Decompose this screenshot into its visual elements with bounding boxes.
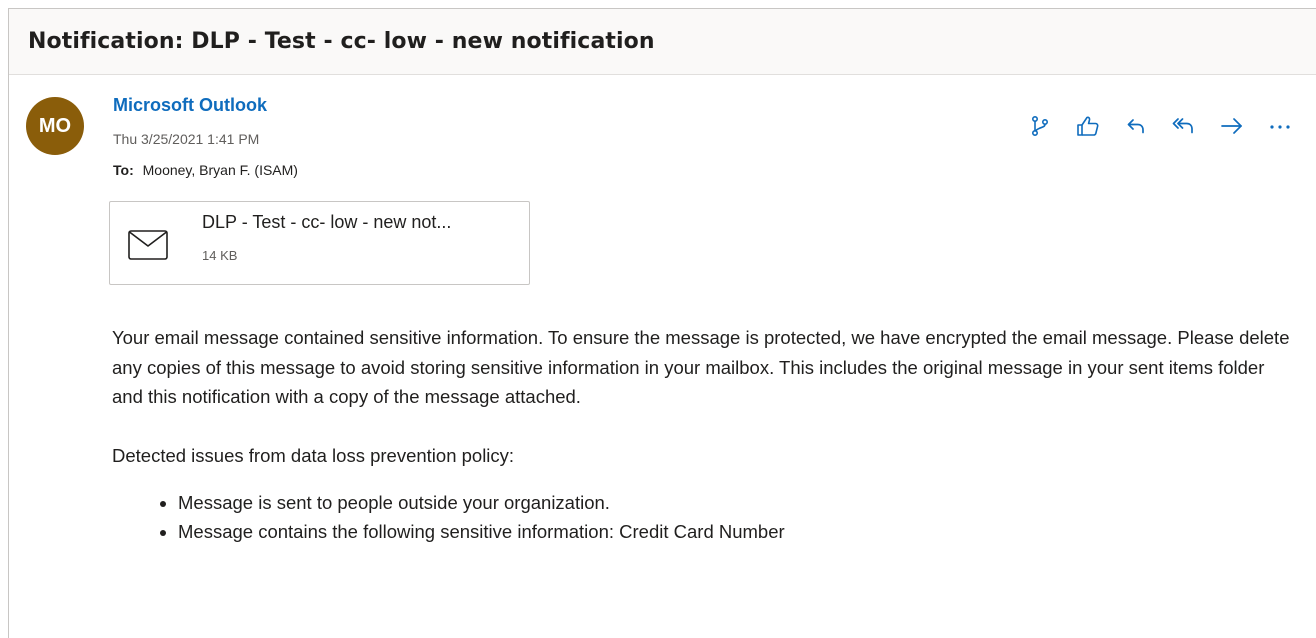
attachment-size: 14 KB — [202, 248, 238, 263]
reply-button[interactable] — [1112, 109, 1160, 143]
to-label: To: — [113, 162, 134, 178]
attachment-card[interactable]: DLP - Test - cc- low - new not... 14 KB — [109, 201, 530, 285]
email-reading-pane: Notification: DLP - Test - cc- low - new… — [8, 8, 1316, 638]
recipient-line: To: Mooney, Bryan F. (ISAM) — [113, 162, 298, 178]
forward-button[interactable] — [1208, 109, 1256, 143]
sender-name[interactable]: Microsoft Outlook — [113, 95, 267, 116]
loop-button[interactable] — [1016, 109, 1064, 143]
like-icon — [1077, 116, 1099, 136]
more-options-icon — [1270, 125, 1290, 129]
attachment-name: DLP - Test - cc- low - new not... — [202, 212, 452, 232]
list-item: Message contains the following sensitive… — [178, 517, 1292, 546]
like-button[interactable] — [1064, 109, 1112, 143]
body-paragraph: Detected issues from data loss preventio… — [112, 444, 515, 466]
loop-icon — [1032, 115, 1049, 136]
forward-icon — [1221, 118, 1242, 134]
more-options-button[interactable] — [1256, 109, 1304, 143]
body-paragraph: Your email message contained sensitive i… — [112, 327, 1290, 407]
avatar[interactable]: MO — [26, 97, 84, 155]
email-body: Your email message contained sensitive i… — [112, 323, 1292, 546]
email-subject: Notification: DLP - Test - cc- low - new… — [28, 29, 655, 54]
reply-all-icon — [1172, 118, 1193, 134]
reply-icon — [1127, 119, 1144, 134]
reply-all-button[interactable] — [1160, 109, 1208, 143]
subject-bar: Notification: DLP - Test - cc- low - new… — [9, 9, 1316, 75]
recipient-name[interactable]: Mooney, Bryan F. (ISAM) — [143, 162, 298, 178]
envelope-icon — [128, 230, 168, 260]
list-item: Message is sent to people outside your o… — [178, 488, 1292, 517]
issues-list: Message is sent to people outside your o… — [112, 488, 1292, 546]
message-actions — [1016, 109, 1304, 143]
sent-date: Thu 3/25/2021 1:41 PM — [113, 131, 260, 147]
avatar-initials: MO — [38, 114, 72, 137]
